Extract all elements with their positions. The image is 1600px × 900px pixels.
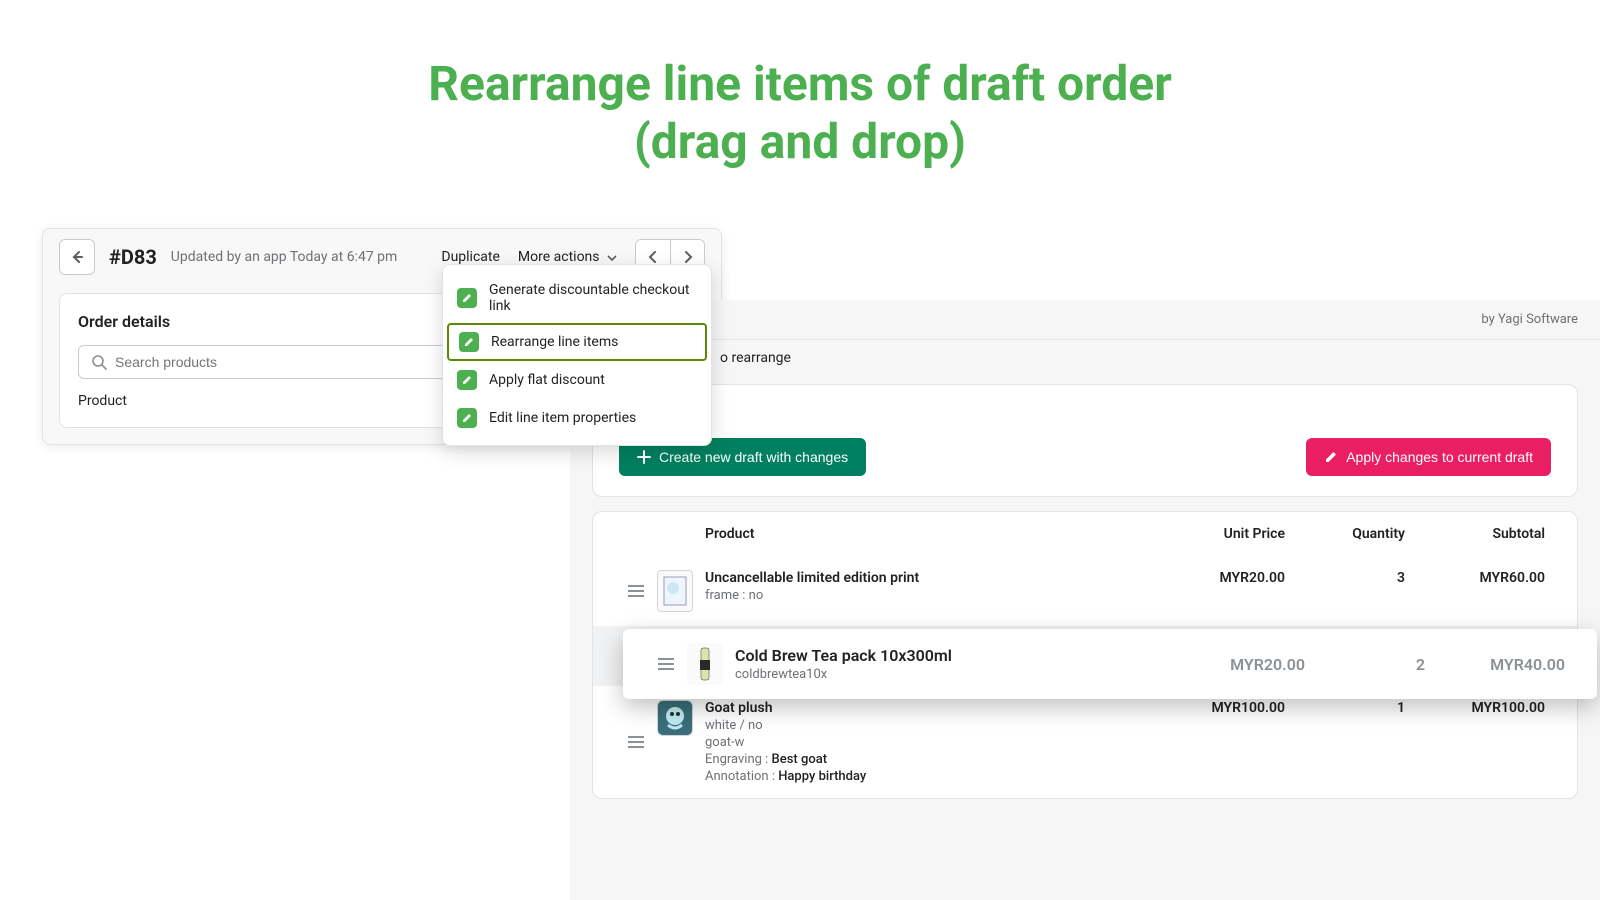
product-property: Annotation : Happy birthday	[705, 769, 1135, 784]
more-actions-link[interactable]: More actions	[518, 249, 617, 265]
dropdown-item-rearrange[interactable]: Rearrange line items	[447, 323, 707, 361]
unit-price: MYR100.00	[1135, 700, 1285, 716]
drag-handle[interactable]	[645, 657, 687, 671]
product-subline: coldbrewtea10x	[735, 667, 1155, 682]
unit-price: MYR20.00	[1135, 570, 1285, 586]
quantity: 3	[1285, 570, 1405, 586]
search-icon	[91, 354, 107, 370]
chevron-right-icon	[683, 250, 693, 264]
grip-icon	[627, 584, 645, 598]
pencil-icon	[1324, 450, 1338, 464]
duplicate-link[interactable]: Duplicate	[441, 249, 500, 265]
table-row: Goat plush white / no goat-w Engraving :…	[593, 686, 1577, 798]
chevron-down-icon	[607, 255, 617, 261]
product-subline: frame : no	[705, 588, 1135, 603]
subtotal: MYR40.00	[1425, 655, 1575, 674]
hero-line1: Rearrange line items of draft order	[0, 55, 1600, 113]
hero-title: Rearrange line items of draft order (dra…	[0, 0, 1600, 170]
col-quantity: Quantity	[1285, 526, 1405, 542]
table-row: Uncancellable limited edition print fram…	[593, 556, 1577, 626]
drop-placeholder: Cold Brew Tea pack 10x300ml coldbrewtea1…	[593, 626, 1577, 686]
col-unit-price: Unit Price	[1135, 526, 1285, 542]
dropdown-label: Rearrange line items	[491, 334, 618, 350]
pencil-icon	[457, 370, 477, 390]
table-header: Product Unit Price Quantity Subtotal	[593, 512, 1577, 556]
product-thumbnail	[657, 700, 693, 736]
pencil-icon	[459, 332, 479, 352]
dropdown-item-flat-discount[interactable]: Apply flat discount	[443, 361, 711, 399]
pencil-icon	[457, 288, 477, 308]
product-property: Engraving : Best goat	[705, 752, 1135, 767]
rearrange-panel: by Yagi Software o rearrange ed changes.…	[570, 300, 1600, 900]
quantity: 1	[1285, 700, 1405, 716]
order-id: #D83	[109, 245, 157, 269]
byline: by Yagi Software	[1481, 312, 1578, 327]
product-name: Goat plush	[705, 700, 1135, 716]
more-actions-dropdown: Generate discountable checkout link Rear…	[442, 264, 712, 446]
chevron-left-icon	[648, 250, 658, 264]
dropdown-item-edit-props[interactable]: Edit line item properties	[443, 399, 711, 437]
drag-handle[interactable]	[615, 584, 657, 598]
product-name: Cold Brew Tea pack 10x300ml	[735, 646, 1155, 665]
dragging-row[interactable]: Cold Brew Tea pack 10x300ml coldbrewtea1…	[623, 629, 1597, 699]
pencil-icon	[457, 408, 477, 428]
more-actions-label: More actions	[518, 249, 600, 265]
right-header: by Yagi Software	[570, 300, 1600, 340]
dropdown-label: Generate discountable checkout link	[489, 282, 697, 314]
col-product: Product	[705, 526, 1135, 542]
product-name: Uncancellable limited edition print	[705, 570, 1135, 586]
unsaved-changes-text: ed changes.	[619, 405, 1551, 424]
apply-changes-label: Apply changes to current draft	[1346, 449, 1533, 465]
apply-changes-button[interactable]: Apply changes to current draft	[1306, 438, 1551, 476]
drag-handle[interactable]	[615, 735, 657, 749]
col-subtotal: Subtotal	[1405, 526, 1555, 542]
unit-price: MYR20.00	[1155, 655, 1305, 674]
changes-card: ed changes. Create new draft with change…	[592, 384, 1578, 497]
plus-icon	[637, 450, 651, 464]
grip-icon	[657, 657, 675, 671]
dropdown-label: Apply flat discount	[489, 372, 605, 388]
subtotal: MYR60.00	[1405, 570, 1555, 586]
product-sku: goat-w	[705, 735, 1135, 750]
grip-icon	[627, 735, 645, 749]
product-thumbnail	[657, 570, 693, 612]
product-thumbnail	[687, 643, 723, 685]
create-draft-label: Create new draft with changes	[659, 449, 848, 465]
dropdown-label: Edit line item properties	[489, 410, 636, 426]
product-variant: white / no	[705, 718, 1135, 733]
hero-line2: (drag and drop)	[0, 113, 1600, 171]
updated-text: Updated by an app Today at 6:47 pm	[171, 249, 398, 265]
quantity: 2	[1305, 655, 1425, 674]
arrow-left-icon	[69, 249, 85, 265]
subtotal: MYR100.00	[1405, 700, 1555, 716]
back-button[interactable]	[59, 239, 95, 275]
hint-text: o rearrange	[570, 340, 1600, 370]
line-items-table: Product Unit Price Quantity Subtotal Unc…	[592, 511, 1578, 799]
dropdown-item-generate-link[interactable]: Generate discountable checkout link	[443, 273, 711, 323]
